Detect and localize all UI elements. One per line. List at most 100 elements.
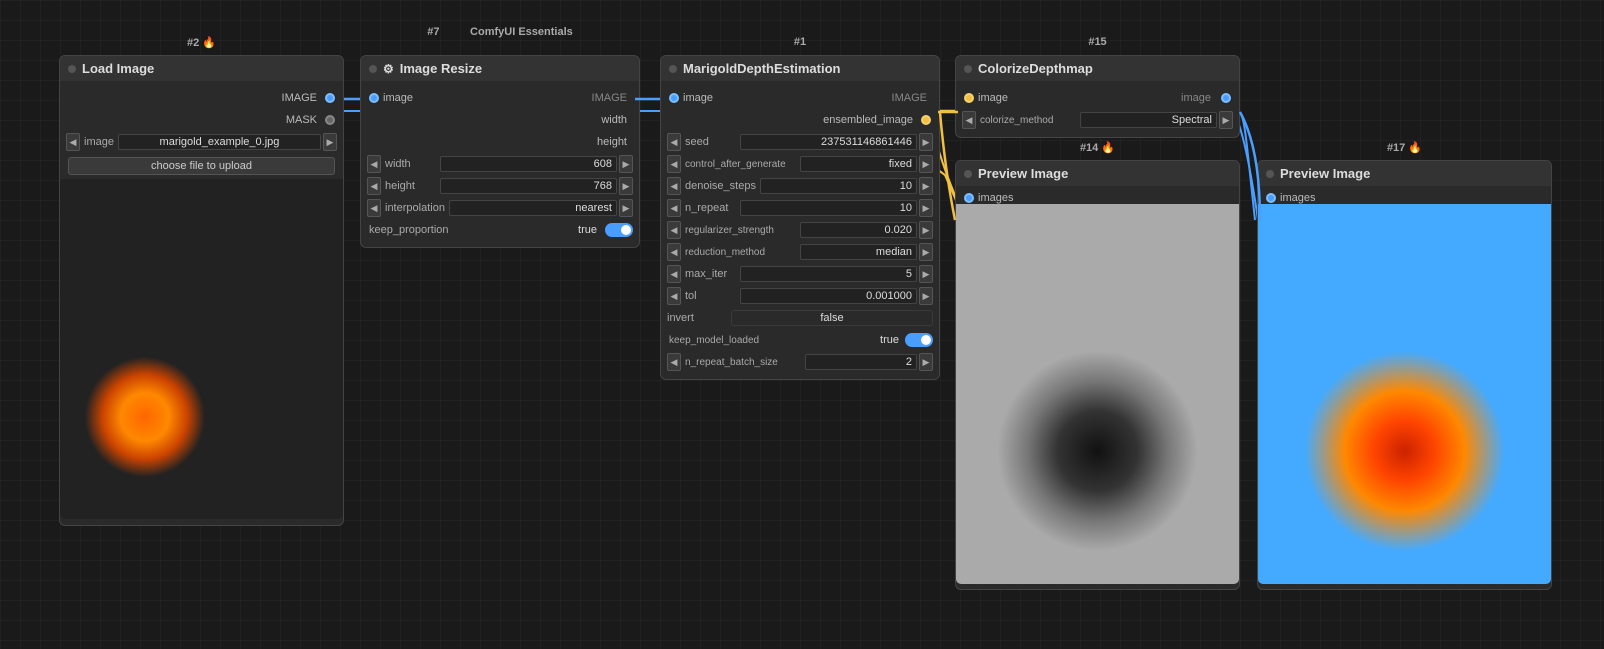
colorize-prev-btn[interactable]: ◀: [962, 111, 976, 129]
image-next-btn[interactable]: ▶: [323, 133, 337, 151]
reduction-row: ◀ reduction_method median ▶: [661, 241, 939, 263]
resize-icon: ⚙: [383, 62, 394, 76]
interpolation-label: interpolation: [383, 202, 447, 214]
status-dot-preview2: [1266, 170, 1274, 178]
interpolation-field-row: ◀ interpolation nearest ▶: [361, 197, 639, 219]
mask-output-port: MASK: [60, 109, 343, 131]
invert-row: invert false: [661, 307, 939, 329]
batch-prev-btn[interactable]: ◀: [667, 353, 681, 371]
width-output-port: width: [361, 109, 639, 131]
n-repeat-next-btn[interactable]: ▶: [919, 199, 933, 217]
tol-prev-btn[interactable]: ◀: [667, 287, 681, 305]
width-prev-btn[interactable]: ◀: [367, 155, 381, 173]
images-dot-preview1: [964, 193, 974, 203]
keep-proportion-toggle[interactable]: [605, 223, 633, 237]
ensembled-output-port: ensembled_image: [661, 109, 939, 131]
image-field-row: ◀ image marigold_example_0.jpg ▶: [60, 131, 343, 153]
preview-2-header: #17 🔥 Preview Image: [1258, 161, 1551, 186]
max-iter-prev-btn[interactable]: ◀: [667, 265, 681, 283]
image-output-dot: [325, 93, 335, 103]
tol-next-btn[interactable]: ▶: [919, 287, 933, 305]
keep-model-toggle[interactable]: [905, 333, 933, 347]
images-label-preview2: images: [1276, 192, 1319, 204]
marigold-title: MarigoldDepthEstimation: [683, 61, 840, 76]
tol-row: ◀ tol 0.001000 ▶: [661, 285, 939, 307]
image-input-port-resize: image IMAGE: [361, 87, 639, 109]
reg-prev-btn[interactable]: ◀: [667, 221, 681, 239]
height-field-row: ◀ height 768 ▶: [361, 175, 639, 197]
keep-proportion-row: keep_proportion true: [361, 219, 639, 241]
image-resize-body: image IMAGE width height ◀ width 608 ▶ ◀…: [361, 81, 639, 247]
width-field-row: ◀ width 608 ▶: [361, 153, 639, 175]
marigold-body: image IMAGE ensembled_image ◀ seed 23753…: [661, 81, 939, 379]
max-iter-next-btn[interactable]: ▶: [919, 265, 933, 283]
colorize-next-btn[interactable]: ▶: [1219, 111, 1233, 129]
tol-label: tol: [683, 290, 738, 302]
colorized-preview-image: [1258, 204, 1551, 584]
preview-1-header: #14 🔥 Preview Image: [956, 161, 1239, 186]
reg-next-btn[interactable]: ▶: [919, 221, 933, 239]
seed-label: seed: [683, 136, 738, 148]
width-label: width: [383, 158, 438, 170]
height-label: height: [383, 180, 438, 192]
invert-label: invert: [667, 312, 727, 324]
width-next-btn[interactable]: ▶: [619, 155, 633, 173]
images-input-preview2: images: [1258, 192, 1551, 204]
image-prev-btn[interactable]: ◀: [66, 133, 80, 151]
preview-2-body: images: [1258, 186, 1551, 584]
upload-button[interactable]: choose file to upload: [68, 157, 335, 175]
n-repeat-label: n_repeat: [683, 202, 738, 214]
mask-output-dot: [325, 115, 335, 125]
denoise-next-btn[interactable]: ▶: [919, 177, 933, 195]
colorize-node: #15 ColorizeDepthmap image image ◀ color…: [955, 55, 1240, 138]
keep-proportion-value: true: [578, 224, 597, 236]
control-after-value: fixed: [800, 156, 917, 172]
reduction-value: median: [800, 244, 917, 260]
reduction-next-btn[interactable]: ▶: [919, 243, 933, 261]
status-dot-colorize: [964, 65, 972, 73]
interpolation-value: nearest: [449, 200, 617, 216]
resize-node-title: Image Resize: [400, 61, 482, 76]
batch-label: n_repeat_batch_size: [683, 357, 803, 368]
interpolation-prev-btn[interactable]: ◀: [367, 199, 381, 217]
node-title: Load Image: [82, 61, 154, 76]
keep-model-label: keep_model_loaded: [667, 335, 878, 346]
colorize-title: ColorizeDepthmap: [978, 61, 1093, 76]
max-iter-label: max_iter: [683, 268, 738, 280]
height-output-port: height: [361, 131, 639, 153]
n-repeat-prev-btn[interactable]: ◀: [667, 199, 681, 217]
images-dot-preview2: [1266, 193, 1276, 203]
colorize-method-label: colorize_method: [978, 115, 1078, 126]
seed-row: ◀ seed 237531146861446 ▶: [661, 131, 939, 153]
keep-proportion-label: keep_proportion: [367, 224, 576, 236]
height-prev-btn[interactable]: ◀: [367, 177, 381, 195]
image-resize-node: #7 ComfyUI Essentials ⚙ Image Resize ima…: [360, 55, 640, 248]
depth-preview-image: [956, 204, 1239, 584]
image-input-dot-marigold: [669, 93, 679, 103]
status-dot-resize: [369, 65, 377, 73]
marigold-header: #1 MarigoldDepthEstimation: [661, 56, 939, 81]
height-next-btn[interactable]: ▶: [619, 177, 633, 195]
reg-value: 0.020: [800, 222, 917, 238]
status-dot-marigold: [669, 65, 677, 73]
denoise-value: 10: [760, 178, 917, 194]
status-dot-preview1: [964, 170, 972, 178]
seed-prev-btn[interactable]: ◀: [667, 133, 681, 151]
interpolation-next-btn[interactable]: ▶: [619, 199, 633, 217]
image-output-colorize: [1221, 93, 1231, 103]
control-after-prev-btn[interactable]: ◀: [667, 155, 681, 173]
n-repeat-row: ◀ n_repeat 10 ▶: [661, 197, 939, 219]
seed-next-btn[interactable]: ▶: [919, 133, 933, 151]
image-field-label: image: [82, 136, 116, 148]
control-after-label: control_after_generate: [683, 159, 798, 170]
image-resize-header: #7 ComfyUI Essentials ⚙ Image Resize: [361, 56, 639, 81]
n-repeat-value: 10: [740, 200, 917, 216]
seed-value: 237531146861446: [740, 134, 917, 150]
image-filename-value: marigold_example_0.jpg: [118, 134, 321, 150]
image-output-port: IMAGE: [60, 87, 343, 109]
batch-next-btn[interactable]: ▶: [919, 353, 933, 371]
control-after-next-btn[interactable]: ▶: [919, 155, 933, 173]
reduction-prev-btn[interactable]: ◀: [667, 243, 681, 261]
reduction-label: reduction_method: [683, 247, 798, 258]
denoise-prev-btn[interactable]: ◀: [667, 177, 681, 195]
